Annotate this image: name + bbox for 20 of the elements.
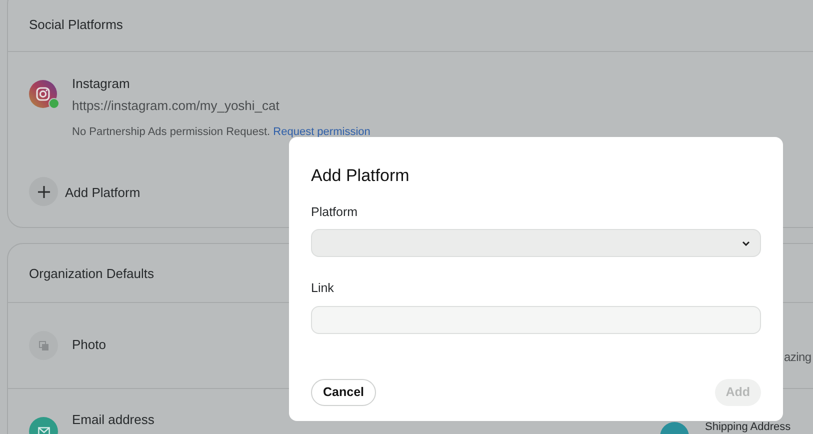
section-title: Organization Defaults	[29, 265, 154, 283]
camera-logo-icon	[29, 80, 59, 110]
row-label: Shipping Address	[705, 421, 791, 434]
section-title: Social Platforms	[29, 16, 123, 34]
plus-icon	[38, 186, 50, 198]
chevron-down-icon	[742, 240, 750, 246]
cancel-button[interactable]: Cancel	[311, 379, 376, 406]
field-label: Platform	[311, 204, 359, 220]
row-label: Email address	[72, 411, 154, 429]
add-platform-label[interactable]: Add Platform	[65, 183, 140, 202]
field-label: Link	[311, 280, 335, 298]
row-label: Photo	[72, 336, 106, 354]
envelope-icon	[38, 426, 50, 434]
images-icon	[38, 340, 48, 350]
permission-note: No Partnership Ads permission Request. Request permission	[72, 125, 370, 140]
row-text: azing	[784, 349, 812, 366]
link-field[interactable]	[311, 306, 761, 334]
platform-select[interactable]	[311, 229, 761, 258]
dialog-title: Add Platform	[311, 165, 410, 187]
platform-name: Instagram	[72, 75, 130, 93]
